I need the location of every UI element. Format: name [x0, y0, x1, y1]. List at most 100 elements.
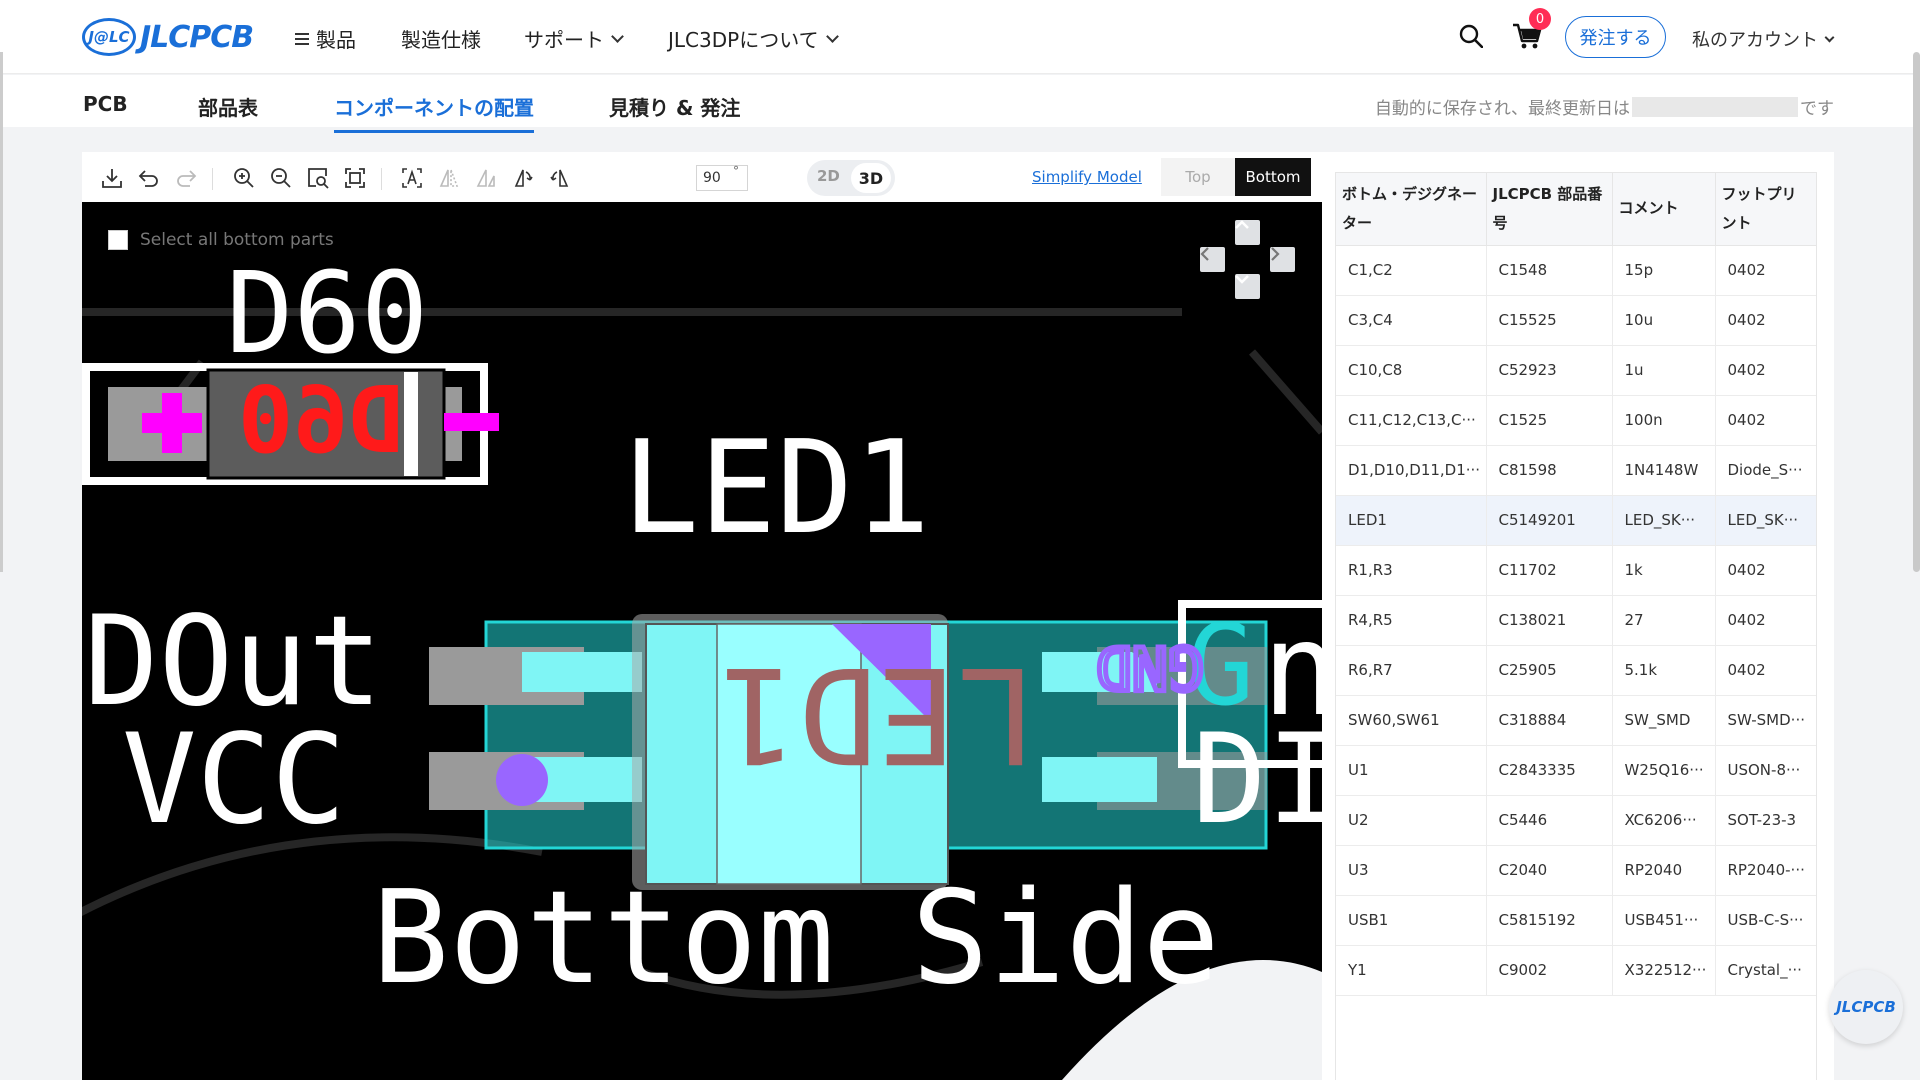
nav-about[interactable]: JLC3DPについて — [668, 24, 839, 53]
cell-designator: C3,C4 — [1336, 295, 1487, 346]
cell-comment: 15p — [1612, 245, 1716, 296]
search-icon[interactable] — [1459, 24, 1483, 48]
tab-component-placement[interactable]: コンポーネントの配置 — [334, 92, 534, 133]
chevron-down-icon — [1824, 32, 1835, 42]
cell-comment: 27 — [1612, 595, 1716, 646]
cell-designator: U3 — [1336, 845, 1487, 896]
cell-part-number: C11702 — [1486, 545, 1613, 596]
table-row[interactable]: SW60,SW61 C318884 SW_SMD SW-SMD··· — [1336, 695, 1816, 746]
table-row[interactable]: USB1 C5815192 USB451··· USB-C-S··· — [1336, 895, 1816, 946]
logo-badge: J@LC — [82, 18, 136, 56]
zoom-area-icon[interactable] — [306, 166, 330, 190]
table-row[interactable]: U2 C5446 XC6206··· SOT-23-3 — [1336, 795, 1816, 846]
cell-part-number: C2040 — [1486, 845, 1613, 896]
rotate-right-icon[interactable] — [548, 166, 572, 190]
pan-down-button[interactable] — [1235, 274, 1260, 299]
rotate-left-icon[interactable] — [511, 166, 535, 190]
step-tabs: PCB 部品表 コンポーネントの配置 見積り & 発注 自動的に保存され、最終更… — [0, 75, 1920, 133]
cell-designator: USB1 — [1336, 895, 1487, 946]
chevron-up-icon — [1235, 220, 1249, 229]
nav-support-label: サポート — [524, 28, 604, 52]
table-row[interactable]: R4,R5 C138021 27 0402 — [1336, 595, 1816, 646]
cell-footprint: 0402 — [1715, 645, 1816, 696]
table-row[interactable]: R6,R7 C25905 5.1k 0402 — [1336, 645, 1816, 696]
logo-text: JLCPCB — [140, 19, 254, 55]
save-status-suffix: です — [1800, 99, 1834, 119]
flip-vertical-icon[interactable] — [474, 166, 498, 190]
pcb-viewer[interactable]: D60 LED1 DOut VCC Bottom Side n DI G D60… — [82, 202, 1322, 1080]
table-row[interactable]: Y1 C9002 X322512··· Crystal_··· — [1336, 945, 1816, 996]
fit-view-icon[interactable] — [343, 166, 367, 190]
floating-support-button[interactable]: JLCPCB — [1829, 970, 1903, 1044]
table-row[interactable]: D1,D10,D11,D1··· C81598 1N4148W Diode_S··· — [1336, 445, 1816, 496]
redacted-date — [1632, 96, 1798, 117]
view-3d-option[interactable]: 3D — [851, 163, 891, 193]
cell-designator: SW60,SW61 — [1336, 695, 1487, 746]
cell-designator: R1,R3 — [1336, 545, 1487, 596]
cell-comment: SW_SMD — [1612, 695, 1716, 746]
tab-pcb[interactable]: PCB — [83, 92, 128, 116]
rotation-angle-input[interactable]: 90 — [696, 165, 748, 191]
toolbar-divider — [381, 168, 382, 190]
nav-support[interactable]: サポート — [524, 24, 624, 53]
zoom-out-icon[interactable] — [269, 166, 293, 190]
account-menu[interactable]: 私のアカウント — [1692, 26, 1835, 52]
table-row[interactable]: U1 C2843335 W25Q16··· USON-8··· — [1336, 745, 1816, 796]
flip-horizontal-icon[interactable] — [437, 166, 461, 190]
bottom-parts-table: ボトム・デジグネーター JLCPCB 部品番号 コメント フットプリント C1,… — [1335, 172, 1817, 1080]
page-scrollbar[interactable] — [1913, 52, 1920, 572]
table-row[interactable]: U3 C2040 RP2040 RP2040-··· — [1336, 845, 1816, 896]
table-row[interactable]: C11,C12,C13,C··· C1525 100n 0402 — [1336, 395, 1816, 446]
header-designator[interactable]: ボトム・デジグネーター — [1336, 173, 1487, 246]
top-navigation: J@LC JLCPCB 製品 製造仕様 サポート JLC3DPについて 0 発注… — [0, 0, 1920, 74]
silk-led1: LED1 — [622, 414, 930, 563]
select-all-bottom[interactable]: Select all bottom parts — [108, 230, 334, 250]
cell-part-number: C52923 — [1486, 345, 1613, 396]
table-row[interactable]: C10,C8 C52923 1u 0402 — [1336, 345, 1816, 396]
table-header-row: ボトム・デジグネーター JLCPCB 部品番号 コメント フットプリント — [1336, 173, 1816, 246]
cell-comment: 1u — [1612, 345, 1716, 396]
side-bottom-button[interactable]: Bottom — [1235, 158, 1311, 196]
download-icon[interactable] — [100, 166, 124, 190]
cell-comment: LED_SK··· — [1612, 495, 1716, 546]
account-label: 私のアカウント — [1692, 30, 1818, 51]
simplify-model-link[interactable]: Simplify Model — [1032, 168, 1142, 186]
pan-left-button[interactable] — [1200, 247, 1225, 272]
redo-icon[interactable] — [174, 166, 198, 190]
pan-right-button[interactable] — [1270, 247, 1295, 272]
chevron-down-icon — [611, 29, 624, 43]
table-row-selected[interactable]: LED1 C5149201 LED_SK··· LED_SK··· — [1336, 495, 1816, 546]
cell-part-number: C15525 — [1486, 295, 1613, 346]
header-comment[interactable]: コメント — [1612, 173, 1716, 246]
table-row[interactable]: C3,C4 C15525 10u 0402 — [1336, 295, 1816, 346]
silk-vcc: VCC — [122, 708, 346, 852]
cell-part-number: C25905 — [1486, 645, 1613, 696]
view-2d-option[interactable]: 2D — [817, 167, 840, 185]
order-button[interactable]: 発注する — [1565, 16, 1666, 58]
nav-manufacturing[interactable]: 製造仕様 — [401, 24, 481, 53]
table-row[interactable]: C1,C2 C1548 15p 0402 — [1336, 245, 1816, 296]
silk-d60-mirrored: D60 — [238, 367, 404, 474]
chevron-down-icon — [825, 29, 839, 43]
cell-footprint: 0402 — [1715, 295, 1816, 346]
cell-designator: Y1 — [1336, 945, 1487, 996]
select-text-icon[interactable] — [400, 166, 424, 190]
jlcpcb-logo[interactable]: J@LC JLCPCB — [82, 18, 254, 56]
nav-products[interactable]: 製品 — [295, 24, 356, 53]
table-row[interactable]: R1,R3 C11702 1k 0402 — [1336, 545, 1816, 596]
header-part-number[interactable]: JLCPCB 部品番号 — [1486, 173, 1613, 246]
cell-designator: LED1 — [1336, 495, 1487, 546]
side-top-button[interactable]: Top — [1161, 158, 1235, 196]
cart-count-badge: 0 — [1529, 8, 1551, 30]
nav-manufacturing-label: 製造仕様 — [401, 28, 481, 52]
pcb-render: D60 LED1 DOut VCC Bottom Side n DI G D60… — [82, 249, 1322, 1080]
undo-icon[interactable] — [137, 166, 161, 190]
header-footprint[interactable]: フットプリント — [1715, 173, 1816, 246]
cell-part-number: C1548 — [1486, 245, 1613, 296]
view-mode-toggle[interactable]: 2D 3D — [807, 160, 895, 196]
zoom-in-icon[interactable] — [232, 166, 256, 190]
tab-bom[interactable]: 部品表 — [198, 92, 258, 121]
tab-quote-order[interactable]: 見積り & 発注 — [609, 92, 740, 121]
select-all-checkbox[interactable] — [108, 230, 128, 250]
pan-up-button[interactable] — [1235, 220, 1260, 245]
